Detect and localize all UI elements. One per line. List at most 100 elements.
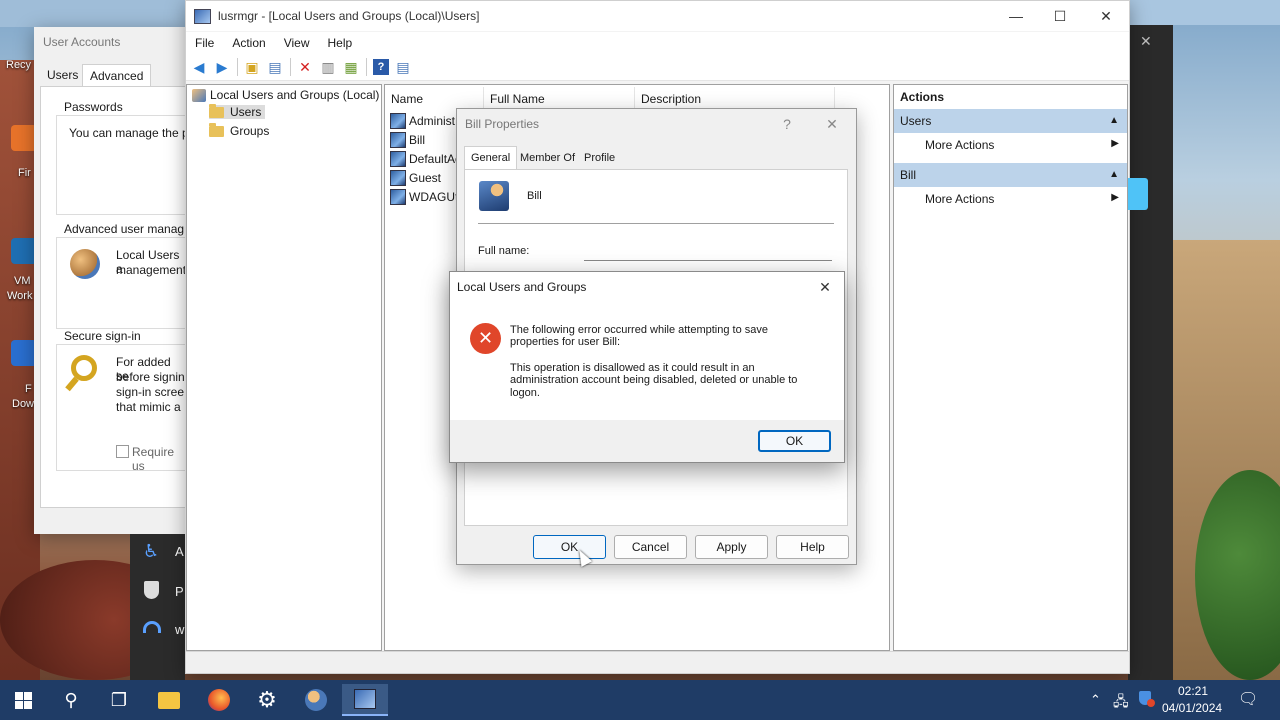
tree-root[interactable]: Local Users and Groups (Local) bbox=[192, 88, 379, 102]
network-icon[interactable]: 🖧 bbox=[1113, 691, 1129, 715]
back-arrow-icon[interactable]: ◀ bbox=[188, 56, 210, 78]
show-hide-tree-icon[interactable]: ▤ bbox=[264, 56, 286, 78]
menu-file[interactable]: File bbox=[186, 36, 223, 50]
error-ok-button[interactable]: OK bbox=[758, 430, 831, 452]
shield-icon[interactable] bbox=[144, 581, 159, 599]
forward-arrow-icon[interactable]: ▶ bbox=[211, 56, 233, 78]
up-folder-icon[interactable]: ▣ bbox=[241, 56, 263, 78]
error-dialog-footer: OK bbox=[450, 420, 844, 462]
tab-profile[interactable]: Profile bbox=[578, 147, 621, 169]
secure-text: sign-in scree bbox=[116, 385, 185, 399]
require-checkbox[interactable] bbox=[116, 445, 129, 458]
menu-action[interactable]: Action bbox=[223, 36, 274, 50]
tab-member-of[interactable]: Member Of bbox=[514, 147, 581, 169]
maximize-button[interactable]: ☐ bbox=[1037, 1, 1083, 31]
clock-date[interactable]: 04/01/2024 bbox=[1162, 701, 1222, 715]
security-shield-icon[interactable] bbox=[1139, 691, 1155, 707]
close-button[interactable]: ✕ bbox=[809, 109, 855, 139]
tray-chevron-icon[interactable]: ⌃ bbox=[1090, 692, 1101, 708]
close-button[interactable]: ✕ bbox=[1083, 1, 1129, 31]
start-menu-item[interactable]: w bbox=[175, 622, 184, 637]
desktop-building-right bbox=[1128, 25, 1173, 680]
error-dialog: Local Users and Groups ✕ ✕ The following… bbox=[449, 271, 845, 463]
window-title: lusrmgr - [Local Users and Groups (Local… bbox=[218, 9, 480, 23]
toolbar: ◀ ▶ ▣ ▤ ✕ ▥ ▦ ? ▤ bbox=[186, 54, 1129, 81]
error-message-line: This operation is disallowed as it could… bbox=[510, 362, 755, 374]
background-window-close-icon[interactable]: ✕ bbox=[1140, 33, 1152, 50]
cancel-button[interactable]: Cancel bbox=[614, 535, 687, 559]
show-hide-action-pane-icon[interactable]: ▤ bbox=[392, 56, 414, 78]
user-row[interactable]: Administ bbox=[390, 113, 455, 129]
user-row[interactable]: Bill bbox=[390, 132, 425, 148]
tab-general[interactable]: General bbox=[464, 146, 518, 170]
desktop-icon-label: VM bbox=[14, 275, 31, 287]
more-actions-bill[interactable]: More Actions ▶ bbox=[925, 192, 1119, 206]
minimize-button[interactable]: — bbox=[993, 1, 1039, 31]
notification-icon[interactable]: 🗨 bbox=[1238, 689, 1258, 709]
user-row[interactable]: Guest bbox=[390, 170, 441, 186]
toolbar-separator bbox=[290, 58, 291, 76]
menu-view[interactable]: View bbox=[275, 36, 319, 50]
help-button-footer[interactable]: Help bbox=[776, 535, 849, 559]
user-row[interactable]: DefaultAc bbox=[390, 151, 461, 167]
export-list-icon[interactable]: ▦ bbox=[340, 56, 362, 78]
background-window-blue-bar bbox=[1128, 178, 1148, 210]
actions-section-users[interactable]: Users ▲ bbox=[894, 109, 1127, 133]
user-name: Guest bbox=[409, 171, 442, 185]
bill-properties-titlebar[interactable]: Bill Properties ? ✕ bbox=[457, 109, 856, 139]
taskbar: ⚲ ❐ ⚙ ⌃ 🖧 02:21 04/01/2024 🗨 bbox=[0, 680, 1280, 720]
tab-users[interactable]: Users bbox=[40, 64, 85, 86]
mmc-app-icon bbox=[194, 8, 211, 24]
start-menu-item[interactable]: P bbox=[175, 584, 184, 599]
user-name: DefaultAc bbox=[409, 152, 462, 166]
desktop-icon-label: Work bbox=[7, 290, 33, 302]
collapse-triangle-icon: ▲ bbox=[1109, 115, 1119, 126]
user-accounts-taskbar-icon[interactable] bbox=[293, 684, 339, 716]
secure-text: before signin bbox=[116, 370, 185, 384]
secure-signin-heading: Secure sign-in bbox=[64, 329, 141, 343]
user-name: Administ bbox=[409, 114, 456, 128]
more-actions-label: More Actions bbox=[925, 138, 995, 152]
user-accounts-titlebar[interactable]: User Accounts bbox=[34, 27, 186, 57]
start-windows-icon[interactable] bbox=[0, 684, 46, 716]
close-button[interactable]: ✕ bbox=[807, 272, 843, 302]
help-icon[interactable]: ? bbox=[373, 59, 389, 75]
advanced-text: management bbox=[116, 263, 187, 277]
sky-patch-left bbox=[0, 0, 185, 27]
user-avatar-icon bbox=[479, 181, 509, 211]
search-icon[interactable]: ⚲ bbox=[48, 684, 94, 716]
clock-time[interactable]: 02:21 bbox=[1178, 684, 1208, 698]
error-dialog-titlebar[interactable]: Local Users and Groups ✕ bbox=[450, 272, 844, 302]
desktop-icon-label: F bbox=[25, 383, 32, 395]
tree-item-groups[interactable]: Groups bbox=[209, 122, 269, 138]
tab-advanced[interactable]: Advanced bbox=[82, 64, 152, 87]
file-explorer-icon[interactable] bbox=[146, 684, 192, 716]
require-checkbox-label: Require us bbox=[132, 445, 175, 473]
start-menu-item[interactable]: A bbox=[175, 544, 184, 559]
delete-icon[interactable]: ✕ bbox=[294, 56, 316, 78]
settings-gear-icon[interactable]: ⚙ bbox=[244, 684, 290, 716]
actions-section-bill[interactable]: Bill ▲ bbox=[894, 163, 1127, 187]
speedometer-icon[interactable] bbox=[143, 621, 161, 633]
ok-button[interactable]: OK bbox=[533, 535, 606, 559]
help-button[interactable]: ? bbox=[764, 109, 810, 139]
users-groups-icon bbox=[192, 88, 206, 102]
desktop-icon-label: Dow bbox=[12, 398, 35, 410]
more-actions-users[interactable]: More Actions ▶ bbox=[925, 138, 1119, 152]
mmc-taskbar-icon[interactable] bbox=[342, 684, 388, 716]
accessibility-icon[interactable]: ♿ bbox=[143, 541, 159, 562]
full-name-input[interactable] bbox=[584, 242, 832, 261]
desktop-icon-label: Fir bbox=[18, 167, 31, 179]
apply-button[interactable]: Apply bbox=[695, 535, 768, 559]
error-message-line: The following error occurred while attem… bbox=[510, 324, 769, 336]
tree-item-users[interactable]: Users bbox=[209, 103, 266, 119]
user-row[interactable]: WDAGUti bbox=[390, 189, 461, 205]
menu-help[interactable]: Help bbox=[319, 36, 362, 50]
firefox-icon[interactable] bbox=[196, 684, 242, 716]
properties-icon[interactable]: ▥ bbox=[317, 56, 339, 78]
window-title: User Accounts bbox=[43, 35, 121, 49]
task-view-icon[interactable]: ❐ bbox=[96, 684, 142, 716]
users-group-icon bbox=[70, 249, 100, 279]
lusrmgr-titlebar[interactable]: lusrmgr - [Local Users and Groups (Local… bbox=[186, 1, 1129, 31]
advanced-heading: Advanced user manag bbox=[64, 222, 185, 236]
